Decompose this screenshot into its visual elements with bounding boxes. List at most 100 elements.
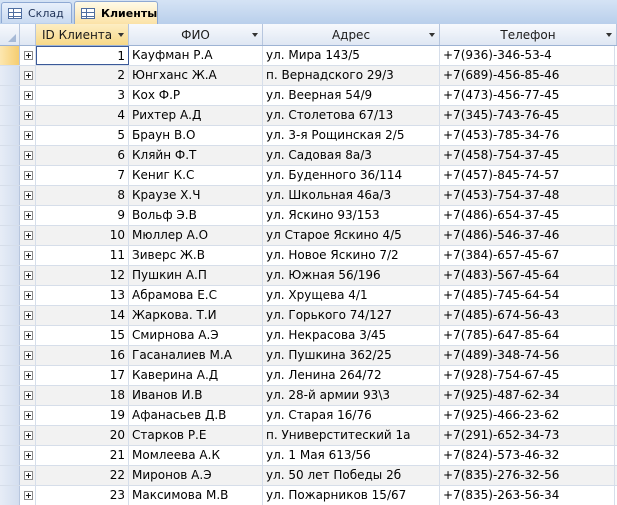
table-row[interactable]: 21 Момлеева А.К ул. 1 Мая 613/56 +7(824)-57… — [0, 446, 617, 466]
expand-plus-icon[interactable] — [24, 211, 33, 220]
cell-address[interactable]: ул Старое Яскино 4/5 — [263, 226, 440, 245]
record-selector[interactable] — [0, 46, 20, 65]
record-selector[interactable] — [0, 386, 20, 405]
column-header-id[interactable]: ID Клиента — [36, 24, 129, 45]
cell-address[interactable]: ул. 28-й армии 93\3 — [263, 386, 440, 405]
column-header-fio[interactable]: ФИО — [129, 24, 263, 45]
expand-plus-icon[interactable] — [24, 171, 33, 180]
cell-address[interactable]: п. Универститеский 1а — [263, 426, 440, 445]
expand-plus-icon[interactable] — [24, 71, 33, 80]
cell-phone[interactable]: +7(453)-785-34-76 — [440, 126, 615, 145]
table-row[interactable]: 14 Жаркова. Т.И ул. Горького 74/127 +7(485)… — [0, 306, 617, 326]
expand-plus-icon[interactable] — [24, 451, 33, 460]
cell-address[interactable]: ул. Школьная 46а/3 — [263, 186, 440, 205]
cell-fio[interactable]: Кауфман Р.А — [129, 46, 263, 65]
expand-plus-icon[interactable] — [24, 371, 33, 380]
expand-plus-icon[interactable] — [24, 351, 33, 360]
cell-address[interactable]: ул. 50 лет Победы 2б — [263, 466, 440, 485]
tab-sklad[interactable]: Склад — [1, 2, 72, 23]
expand-plus-icon[interactable] — [24, 311, 33, 320]
cell-fio[interactable]: Кениг К.С — [129, 166, 263, 185]
record-selector[interactable] — [0, 86, 20, 105]
cell-fio[interactable]: Юнгханс Ж.А — [129, 66, 263, 85]
expand-plus-icon[interactable] — [24, 91, 33, 100]
cell-fio[interactable]: Миронов А.Э — [129, 466, 263, 485]
cell-id[interactable]: 2 — [36, 66, 129, 85]
cell-fio[interactable]: Жаркова. Т.И — [129, 306, 263, 325]
cell-id[interactable]: 8 — [36, 186, 129, 205]
cell-id[interactable]: 23 — [36, 486, 129, 505]
table-row[interactable]: 7 Кениг К.С ул. Буденного 36/114 +7(457)-84… — [0, 166, 617, 186]
record-selector[interactable] — [0, 286, 20, 305]
cell-phone[interactable]: +7(485)-745-64-54 — [440, 286, 615, 305]
cell-id[interactable]: 13 — [36, 286, 129, 305]
cell-id[interactable]: 20 — [36, 426, 129, 445]
table-row[interactable]: 20 Старков Р.Е п. Универститеский 1а +7(291… — [0, 426, 617, 446]
table-row[interactable]: 11 Зиверс Ж.В ул. Новое Яскино 7/2 +7(384)-… — [0, 246, 617, 266]
expand-plus-icon[interactable] — [24, 191, 33, 200]
cell-fio[interactable]: Старков Р.Е — [129, 426, 263, 445]
cell-id[interactable]: 5 — [36, 126, 129, 145]
cell-id[interactable]: 22 — [36, 466, 129, 485]
cell-id[interactable]: 18 — [36, 386, 129, 405]
cell-id[interactable]: 3 — [36, 86, 129, 105]
cell-id[interactable]: 17 — [36, 366, 129, 385]
table-row[interactable]: 1 Кауфман Р.А ул. Мира 143/5 +7(936)-346-53… — [0, 46, 617, 66]
expand-plus-icon[interactable] — [24, 271, 33, 280]
cell-id[interactable]: 6 — [36, 146, 129, 165]
cell-fio[interactable]: Абрамова Е.С — [129, 286, 263, 305]
record-selector[interactable] — [0, 106, 20, 125]
expand-plus-icon[interactable] — [24, 491, 33, 500]
cell-phone[interactable]: +7(485)-674-56-43 — [440, 306, 615, 325]
cell-fio[interactable]: Смирнова А.Э — [129, 326, 263, 345]
record-selector[interactable] — [0, 426, 20, 445]
cell-fio[interactable]: Зиверс Ж.В — [129, 246, 263, 265]
expand-plus-icon[interactable] — [24, 291, 33, 300]
cell-phone[interactable]: +7(384)-657-45-67 — [440, 246, 615, 265]
cell-address[interactable]: ул. Пожарников 15/67 — [263, 486, 440, 505]
cell-fio[interactable]: Краузе Х.Ч — [129, 186, 263, 205]
select-all-corner[interactable] — [0, 24, 20, 45]
cell-phone[interactable]: +7(928)-754-67-45 — [440, 366, 615, 385]
cell-id[interactable]: 16 — [36, 346, 129, 365]
cell-phone[interactable]: +7(489)-348-74-56 — [440, 346, 615, 365]
cell-address[interactable]: ул. Буденного 36/114 — [263, 166, 440, 185]
expand-plus-icon[interactable] — [24, 331, 33, 340]
table-row[interactable]: 15 Смирнова А.Э ул. Некрасова 3/45 +7(785)-… — [0, 326, 617, 346]
expand-plus-icon[interactable] — [24, 131, 33, 140]
expand-plus-icon[interactable] — [24, 111, 33, 120]
cell-id[interactable]: 4 — [36, 106, 129, 125]
table-row[interactable]: 23 Максимова М.В ул. Пожарников 15/67 +7(83… — [0, 486, 617, 505]
cell-phone[interactable]: +7(936)-346-53-4 — [440, 46, 615, 65]
expand-plus-icon[interactable] — [24, 411, 33, 420]
cell-address[interactable]: ул. Веерная 54/9 — [263, 86, 440, 105]
cell-phone[interactable]: +7(785)-647-85-64 — [440, 326, 615, 345]
cell-address[interactable]: п. Вернадского 29/3 — [263, 66, 440, 85]
cell-id[interactable]: 11 — [36, 246, 129, 265]
cell-phone[interactable]: +7(473)-456-77-45 — [440, 86, 615, 105]
cell-fio[interactable]: Кляйн Ф.Т — [129, 146, 263, 165]
cell-phone[interactable]: +7(291)-652-34-73 — [440, 426, 615, 445]
cell-id[interactable]: 15 — [36, 326, 129, 345]
cell-fio[interactable]: Иванов И.В — [129, 386, 263, 405]
record-selector[interactable] — [0, 166, 20, 185]
expand-plus-icon[interactable] — [24, 151, 33, 160]
cell-address[interactable]: ул. Хрущева 4/1 — [263, 286, 440, 305]
table-row[interactable]: 17 Каверина А.Д ул. Ленина 264/72 +7(928)-7… — [0, 366, 617, 386]
cell-address[interactable]: ул. Пушкина 362/25 — [263, 346, 440, 365]
dropdown-arrow-icon[interactable] — [606, 33, 612, 37]
record-selector[interactable] — [0, 246, 20, 265]
dropdown-arrow-icon[interactable] — [252, 33, 258, 37]
table-row[interactable]: 12 Пушкин А.П ул. Южная 56/196 +7(483)-567-… — [0, 266, 617, 286]
cell-id[interactable]: 7 — [36, 166, 129, 185]
expand-plus-icon[interactable] — [24, 231, 33, 240]
cell-id[interactable]: 12 — [36, 266, 129, 285]
table-row[interactable]: 8 Краузе Х.Ч ул. Школьная 46а/3 +7(453)-754… — [0, 186, 617, 206]
record-selector[interactable] — [0, 346, 20, 365]
table-row[interactable]: 19 Афанасьев Д.В ул. Старая 16/76 +7(925)-4… — [0, 406, 617, 426]
cell-fio[interactable]: Гасаналиев М.А — [129, 346, 263, 365]
tab-klienty[interactable]: Клиенты — [74, 1, 158, 24]
cell-phone[interactable]: +7(486)-546-37-46 — [440, 226, 615, 245]
record-selector[interactable] — [0, 326, 20, 345]
cell-fio[interactable]: Пушкин А.П — [129, 266, 263, 285]
